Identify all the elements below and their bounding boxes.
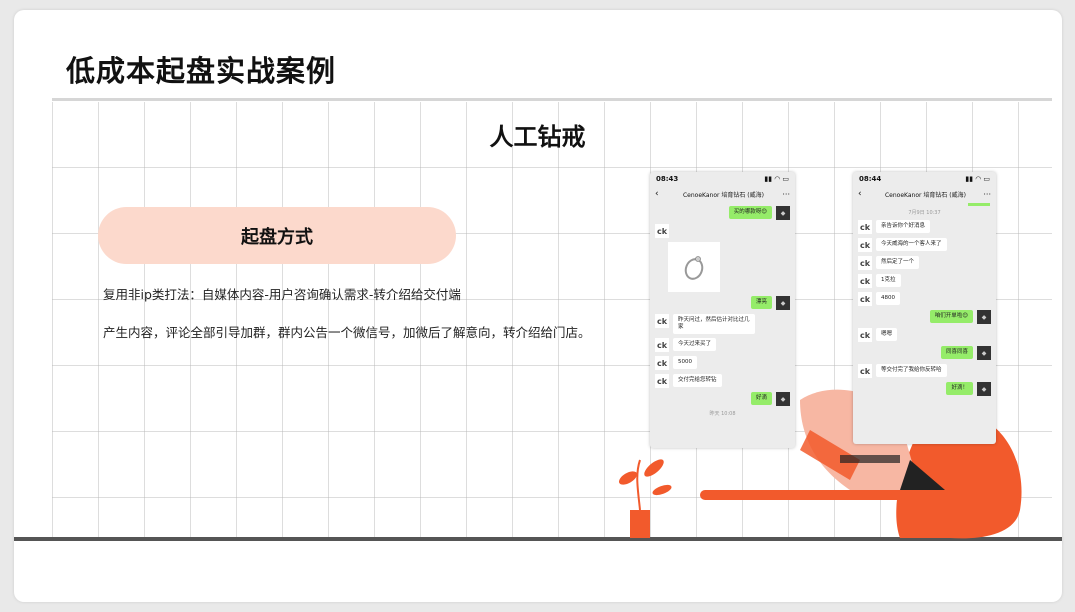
message: ck 5000 bbox=[655, 356, 790, 371]
message: 咱们开单啦😊 ◆ bbox=[858, 310, 991, 324]
avatar: ◆ bbox=[977, 346, 991, 360]
avatar: ck bbox=[655, 374, 669, 389]
message: ck bbox=[655, 224, 790, 238]
avatar: ck bbox=[655, 314, 669, 328]
message: ck 交付完给您转钻 bbox=[655, 374, 790, 389]
title-divider bbox=[52, 98, 1052, 101]
more-icon[interactable]: ··· bbox=[983, 190, 991, 199]
avatar: ◆ bbox=[776, 206, 790, 220]
back-icon[interactable]: ‹ bbox=[655, 189, 659, 199]
chat-screenshot-1: 08:43 ▮▮ ◠ ▭ ‹ CenoeKanor 培育钻石 (威海) ··· … bbox=[650, 172, 795, 448]
avatar: ◆ bbox=[977, 382, 991, 396]
more-icon[interactable]: ··· bbox=[782, 190, 790, 199]
avatar: ck bbox=[858, 364, 872, 378]
plant-pot bbox=[630, 510, 650, 538]
message-timestamp: 7月9日 10:37 bbox=[908, 210, 941, 216]
avatar: ck bbox=[858, 256, 872, 270]
method-pill-label: 起盘方式 bbox=[241, 226, 313, 248]
back-icon[interactable]: ‹ bbox=[858, 189, 862, 199]
method-pill: 起盘方式 bbox=[98, 207, 456, 264]
avatar: ◆ bbox=[977, 310, 991, 324]
paragraph-process: 产生内容，评论全部引导加群，群内公告一个微信号，加微后了解意向，转介绍给门店。 bbox=[103, 325, 591, 340]
signal-wifi-battery-icon: ▮▮ ◠ ▭ bbox=[764, 175, 789, 183]
status-bar: 08:43 ▮▮ ◠ ▭ bbox=[650, 172, 795, 186]
avatar: ck bbox=[858, 238, 872, 252]
status-time: 08:44 bbox=[859, 175, 882, 183]
ring-icon bbox=[684, 256, 704, 280]
avatar: ck bbox=[858, 274, 872, 288]
slide-title: 低成本起盘实战案例 bbox=[66, 54, 337, 88]
section-subtitle: 人工钻戒 bbox=[489, 123, 586, 151]
message: ck 等交付完了我给你反转哈 bbox=[858, 364, 991, 378]
message: ck 昨天问过，然后估计对比过几家 bbox=[655, 314, 790, 335]
message-timestamp: 昨天 10:08 bbox=[709, 411, 736, 418]
avatar: ck bbox=[858, 220, 872, 234]
chat-header: ‹ CenoeKanor 培育钻石 (威海) ··· bbox=[650, 186, 795, 202]
message: ck 然后定了一个 bbox=[858, 256, 991, 270]
avatar: ◆ bbox=[776, 392, 790, 407]
message: ck 今天威海的一个客人来了 bbox=[858, 238, 991, 252]
previous-message-fragment bbox=[968, 203, 990, 206]
chat-header: ‹ CenoeKanor 培育钻石 (威海) ··· bbox=[853, 186, 996, 202]
chat-name: CenoeKanor 培育钻石 (威海) bbox=[884, 191, 966, 199]
ring-image[interactable] bbox=[668, 242, 720, 292]
message: ck 今天过来买了 bbox=[655, 338, 790, 353]
message: 同喜同喜 ◆ bbox=[858, 346, 991, 360]
chat-name: CenoeKanor 培育钻石 (威海) bbox=[682, 191, 764, 199]
message: ck 亲告诉你个好消息 bbox=[858, 220, 991, 234]
message: ck 4800 bbox=[858, 292, 991, 306]
message: 好滴 ◆ bbox=[655, 392, 790, 407]
message: ck 1克拉 bbox=[858, 274, 991, 288]
message: ck 嗯嗯 bbox=[858, 328, 991, 342]
avatar: ck bbox=[858, 328, 872, 342]
avatar: ck bbox=[655, 356, 669, 371]
message: 好滴！ ◆ bbox=[858, 382, 991, 396]
signal-wifi-battery-icon: ▮▮ ◠ ▭ bbox=[965, 175, 990, 183]
avatar: ck bbox=[858, 292, 872, 306]
status-time: 08:43 bbox=[656, 175, 679, 183]
chat-screenshot-2: 08:44 ▮▮ ◠ ▭ ‹ CenoeKanor 培育钻石 (威海) ··· … bbox=[853, 172, 996, 444]
avatar: ck bbox=[655, 224, 669, 238]
paragraph-strategy: 复用非ip类打法：自媒体内容-用户咨询确认需求-转介绍给交付端 bbox=[103, 287, 461, 302]
avatar: ◆ bbox=[776, 296, 790, 310]
message: 漂亮 ◆ bbox=[655, 296, 790, 310]
message: 买的哪款呀😊 ◆ bbox=[655, 206, 790, 220]
avatar: ck bbox=[655, 338, 669, 353]
status-bar: 08:44 ▮▮ ◠ ▭ bbox=[853, 172, 996, 186]
